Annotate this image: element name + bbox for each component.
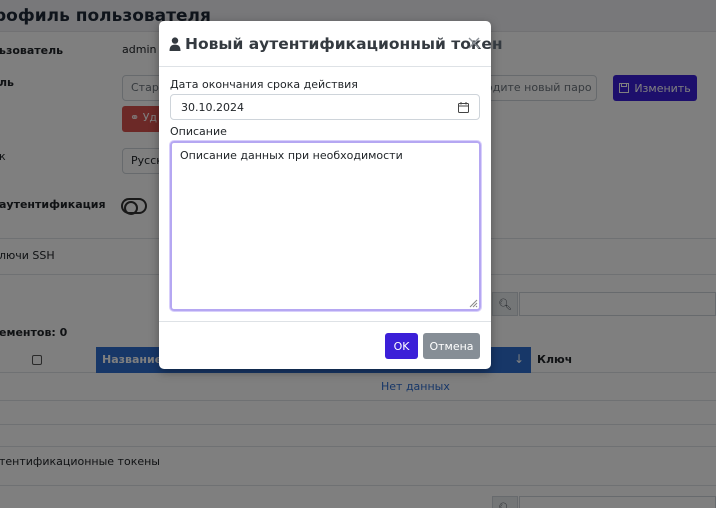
expiry-date-label: Дата окончания срока действия (170, 78, 358, 91)
expiry-date-value: 30.10.2024 (181, 100, 244, 114)
dialog-body: Дата окончания срока действия 30.10.2024… (159, 67, 491, 311)
user-icon (169, 36, 181, 51)
dialog-header: Новый аутентификационный токен (159, 21, 503, 67)
close-button[interactable] (466, 34, 482, 52)
resize-grip-icon[interactable] (469, 299, 478, 308)
cancel-button[interactable]: Отмена (423, 333, 480, 359)
description-placeholder: Описание данных при необходимости (180, 149, 403, 162)
dialog-title: Новый аутентификационный токен (185, 34, 503, 53)
dialog-footer: OK Отмена (159, 321, 491, 369)
calendar-icon[interactable] (458, 101, 469, 113)
description-textarea[interactable]: Описание данных при необходимости (170, 141, 481, 311)
description-label: Описание (170, 125, 227, 138)
new-token-dialog: Новый аутентификационный токен Дата окон… (159, 21, 503, 369)
close-icon (468, 37, 480, 49)
expiry-date-input[interactable]: 30.10.2024 (170, 94, 480, 120)
ok-button[interactable]: OK (385, 333, 418, 359)
